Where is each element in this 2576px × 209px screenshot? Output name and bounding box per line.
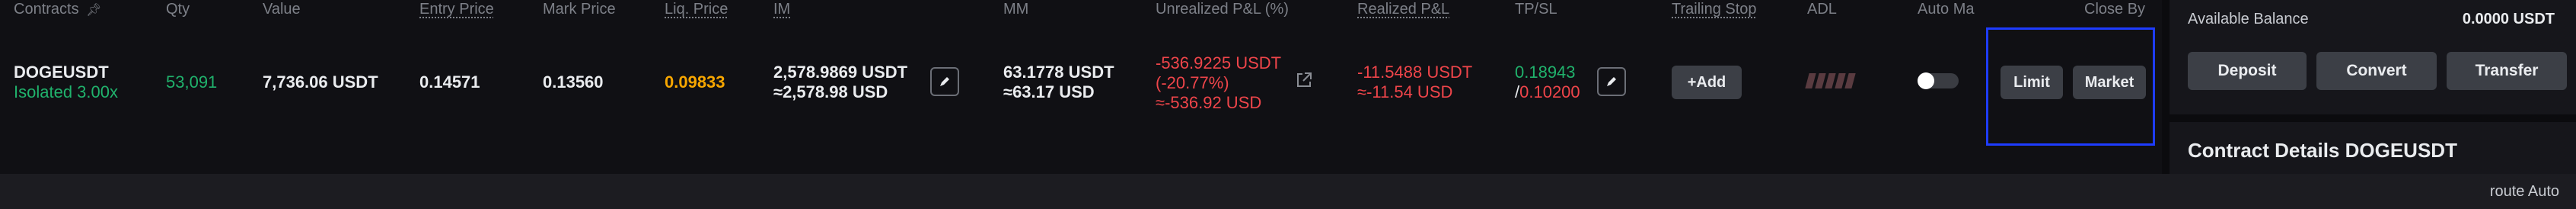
footer-bar: route Auto	[0, 174, 2576, 209]
deposit-button[interactable]: Deposit	[2188, 52, 2307, 90]
pencil-icon	[940, 77, 949, 86]
close-limit-button[interactable]: Limit	[2001, 66, 2063, 99]
header-realized-pnl[interactable]: Realized P&L	[1357, 0, 1449, 18]
entry-price: 0.14571	[419, 72, 480, 92]
adl-bar	[1844, 73, 1856, 88]
adl-indicator	[1805, 73, 1856, 92]
header-liq-price[interactable]: Liq. Price	[665, 0, 728, 18]
header-contracts-label: Contracts	[14, 1, 79, 18]
unrealized-pnl-usd: ≈-536.92 USD	[1156, 93, 1262, 112]
mm-usdt: 63.1778 USDT	[1003, 63, 1114, 82]
header-mark-price[interactable]: Mark Price	[543, 0, 616, 18]
pencil-icon	[1607, 77, 1616, 86]
unrealized-pnl-pct: (-20.77%)	[1156, 73, 1229, 92]
auto-margin-toggle[interactable]	[1918, 72, 1959, 89]
position-value: 7,736.06 USDT	[263, 72, 378, 92]
header-tp-sl[interactable]: TP/SL	[1515, 0, 1557, 18]
available-balance-label: Available Balance	[2188, 11, 2309, 27]
header-im[interactable]: IM	[773, 0, 790, 18]
im-usdt: 2,578.9869 USDT	[773, 63, 908, 82]
positions-table: Contracts 📌︎ Qty Value Entry Price Mark …	[0, 0, 2162, 174]
mm-usd: ≈63.17 USD	[1003, 82, 1095, 101]
route-status[interactable]: route Auto	[2490, 183, 2559, 201]
realized-pnl-usd: ≈-11.54 USD	[1357, 82, 1453, 101]
edit-tp-sl-button[interactable]	[1597, 67, 1626, 96]
share-pnl-button[interactable]	[1294, 70, 1314, 94]
available-balance-value: 0.0000 USDT	[2462, 11, 2555, 27]
header-close-by: Close By	[2084, 1, 2146, 18]
pin-icon[interactable]: 📌︎	[86, 4, 101, 17]
edit-margin-button[interactable]	[930, 67, 959, 96]
header-adl[interactable]: ADL	[1807, 0, 1837, 18]
panel-divider	[2162, 0, 2170, 174]
im-usd: ≈2,578.98 USD	[773, 82, 888, 101]
convert-button[interactable]: Convert	[2316, 52, 2437, 90]
unrealized-pnl-usdt: -536.9225 USDT	[1156, 53, 1282, 72]
header-qty[interactable]: Qty	[166, 0, 190, 18]
header-trailing-stop[interactable]: Trailing Stop	[1672, 0, 1757, 18]
header-mm[interactable]: MM	[1003, 0, 1028, 18]
adl-bar	[1835, 73, 1846, 88]
header-entry-price[interactable]: Entry Price	[419, 0, 494, 18]
take-profit-price: 0.18943	[1515, 63, 1576, 82]
adl-bar	[1805, 73, 1816, 88]
account-panel: Available Balance 0.0000 USDT Deposit Co…	[2170, 0, 2576, 174]
header-unrealized-pnl[interactable]: Unrealized P&L (%)	[1156, 0, 1289, 18]
header-value[interactable]: Value	[263, 0, 301, 18]
stop-loss-price: 0.10200	[1519, 82, 1580, 101]
liq-price: 0.09833	[665, 72, 725, 92]
mark-price: 0.13560	[543, 72, 604, 92]
header-contracts[interactable]: Contracts 📌︎	[14, 0, 101, 20]
external-link-icon	[1297, 72, 1312, 87]
contract-details-title: Contract Details DOGEUSDT	[2188, 139, 2457, 162]
add-trailing-stop-button[interactable]: +Add	[1672, 66, 1742, 99]
header-auto-margin[interactable]: Auto Ma	[1918, 0, 1974, 18]
symbol[interactable]: DOGEUSDT	[14, 63, 109, 82]
qty-value: 53,091	[166, 72, 218, 92]
toggle-knob	[1918, 72, 1934, 89]
close-market-button[interactable]: Market	[2073, 66, 2146, 99]
panel-separator	[2170, 114, 2576, 122]
adl-bar	[1815, 73, 1826, 88]
margin-mode[interactable]: Isolated 3.00x	[14, 82, 118, 102]
transfer-button[interactable]: Transfer	[2447, 52, 2567, 90]
adl-bar	[1825, 73, 1836, 88]
realized-pnl-usdt: -11.5488 USDT	[1357, 63, 1473, 82]
